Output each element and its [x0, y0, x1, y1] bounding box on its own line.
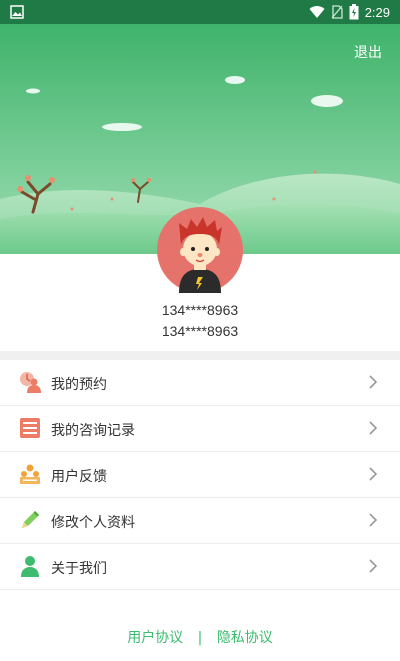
menu-item-about-us[interactable]: 关于我们	[0, 544, 400, 590]
menu-item-label: 用户反馈	[51, 469, 107, 485]
appointment-icon	[20, 372, 41, 393]
menu-item-my-appointments[interactable]: 我的预约	[0, 360, 400, 406]
chevron-right-icon	[369, 513, 378, 527]
section-divider	[0, 351, 400, 360]
edit-profile-icon	[22, 511, 39, 528]
chevron-right-icon	[369, 559, 378, 573]
wifi-icon	[309, 6, 325, 19]
menu-item-label: 我的预约	[51, 377, 107, 393]
menu-item-label: 我的咨询记录	[51, 423, 135, 439]
chevron-right-icon	[369, 375, 378, 389]
feedback-icon	[20, 464, 40, 484]
menu-item-label: 修改个人资料	[51, 515, 135, 531]
menu-item-edit-profile[interactable]: 修改个人资料	[0, 498, 400, 544]
phone-number-primary: 134****8963	[161, 302, 239, 318]
logout-button[interactable]: 退出	[354, 42, 382, 62]
consultation-record-icon	[20, 418, 40, 438]
chevron-right-icon	[369, 467, 378, 481]
menu-list: 我的预约 我的咨询记录 用户反馈 修改个人资料 关于我们	[0, 360, 400, 590]
avatar[interactable]	[157, 207, 243, 293]
about-us-icon	[21, 556, 39, 577]
privacy-policy-link[interactable]: 隐私协议	[217, 630, 273, 646]
image-notification-icon	[10, 5, 24, 19]
footer-separator: |	[197, 630, 203, 646]
user-agreement-link[interactable]: 用户协议	[127, 630, 183, 646]
status-bar: 2:29	[0, 0, 400, 24]
no-sim-icon	[331, 5, 343, 19]
menu-item-consultation-records[interactable]: 我的咨询记录	[0, 406, 400, 452]
footer-links: 用户协议 | 隐私协议	[0, 627, 400, 647]
menu-item-label: 关于我们	[51, 561, 107, 577]
battery-icon	[349, 4, 359, 20]
menu-item-user-feedback[interactable]: 用户反馈	[0, 452, 400, 498]
phone-number-secondary: 134****8963	[161, 323, 239, 339]
status-time: 2:29	[364, 4, 390, 20]
chevron-right-icon	[369, 421, 378, 435]
